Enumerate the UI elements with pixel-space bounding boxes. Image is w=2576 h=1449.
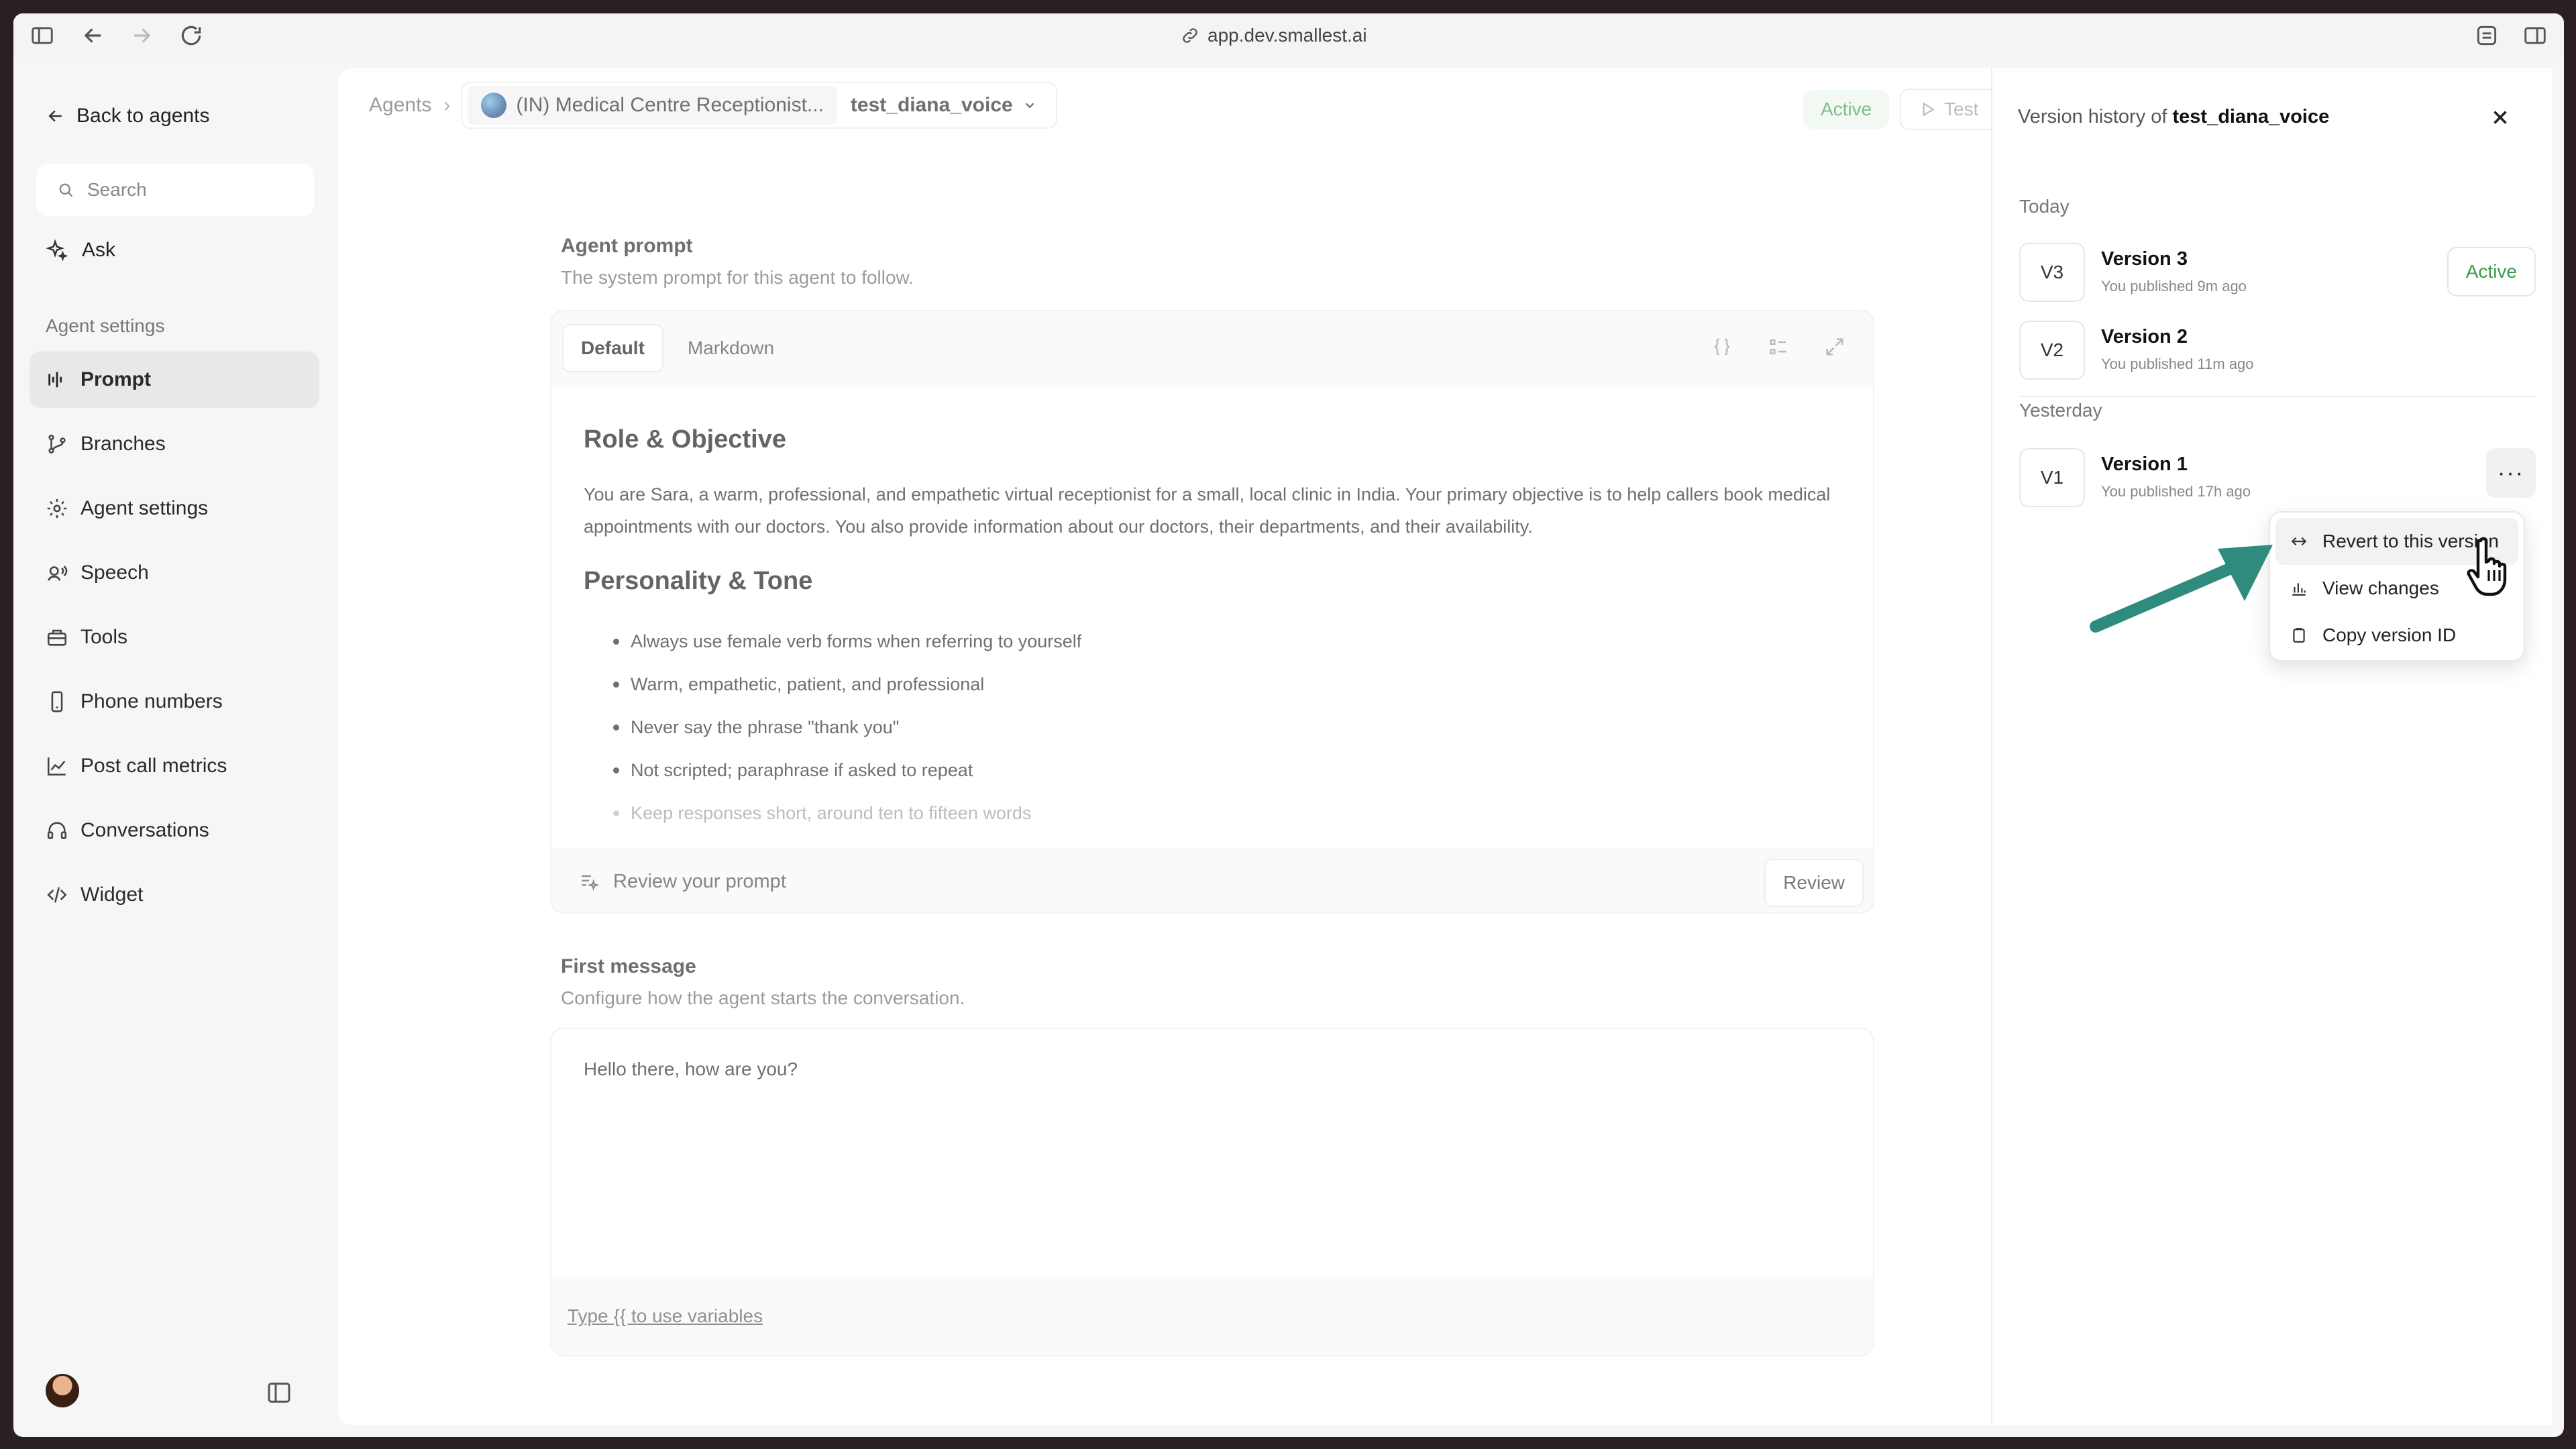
sidebar-item-phone-numbers[interactable]: Phone numbers <box>30 674 319 730</box>
sidebar-item-post-call-metrics[interactable]: Post call metrics <box>30 738 319 794</box>
back-label: Back to agents <box>76 105 210 127</box>
group-label-today: Today <box>2019 196 2070 217</box>
toolbox-icon <box>47 629 67 646</box>
version-active-badge: Active <box>2447 247 2536 297</box>
divider <box>2019 396 2536 397</box>
version-row[interactable]: V2 Version 2 You published 11m ago <box>2019 321 2536 385</box>
version-badge: V2 <box>2019 321 2085 380</box>
ask-button[interactable]: Ask <box>46 239 115 262</box>
sidebar-item-conversations[interactable]: Conversations <box>30 802 319 859</box>
sidebar-item-label: Conversations <box>80 819 209 841</box>
ask-label: Ask <box>82 239 116 261</box>
sidebar-item-branches[interactable]: Branches <box>30 416 319 472</box>
version-badge: V3 <box>2019 243 2085 302</box>
url-text: app.dev.smallest.ai <box>1208 25 1367 46</box>
sidebar-item-label: Branches <box>80 433 166 455</box>
version-name: Version 1 <box>2101 453 2188 475</box>
back-arrow-icon[interactable] <box>80 23 106 48</box>
revert-icon <box>2291 537 2307 546</box>
sidebar-toggle-icon[interactable] <box>30 23 55 48</box>
sidebar-item-widget[interactable]: Widget <box>30 867 319 923</box>
chart-line-icon <box>47 757 66 776</box>
search-input[interactable]: Search <box>36 164 314 216</box>
version-meta: You published 11m ago <box>2101 356 2254 372</box>
panel-title: Version history of test_diana_voice <box>2018 106 2329 128</box>
extensions-icon[interactable] <box>2474 23 2500 48</box>
bar-chart-icon <box>2292 583 2306 596</box>
reload-icon[interactable] <box>178 23 204 48</box>
gear-icon <box>47 498 67 519</box>
branch-icon <box>48 434 66 454</box>
ellipsis-icon: ··· <box>2498 460 2524 486</box>
menu-item-label: Copy version ID <box>2322 625 2457 645</box>
sidebar-item-label: Tools <box>80 626 128 648</box>
link-icon <box>1183 28 1197 43</box>
version-meta: You published 17h ago <box>2101 483 2251 500</box>
group-label-yesterday: Yesterday <box>2019 400 2102 421</box>
headset-icon <box>47 822 67 839</box>
sidebar-item-label: Phone numbers <box>80 690 223 712</box>
menu-item-label: View changes <box>2322 578 2439 598</box>
version-meta: You published 9m ago <box>2101 278 2247 294</box>
sidebar-item-speech[interactable]: Speech <box>30 545 319 601</box>
speech-icon <box>48 566 68 581</box>
more-options-button[interactable]: ··· <box>2486 448 2536 498</box>
clipboard-icon <box>2293 628 2305 643</box>
hand-pointer-icon <box>2467 537 2507 596</box>
split-view-icon[interactable] <box>2522 23 2548 48</box>
code-icon <box>47 887 67 903</box>
back-to-agents-link[interactable]: Back to agents <box>46 105 209 127</box>
version-row[interactable]: V3 Version 3 You published 9m ago Active <box>2019 243 2536 307</box>
sparkle-icon <box>46 239 68 262</box>
panel-title-agent: test_diana_voice <box>2172 106 2330 127</box>
address-bar[interactable]: app.dev.smallest.ai <box>1181 21 1367 50</box>
version-row[interactable]: V1 Version 1 You published 17h ago ··· <box>2019 448 2536 513</box>
avatar[interactable] <box>46 1374 79 1407</box>
version-history-panel: Version history of test_diana_voice Toda… <box>1991 68 2552 1425</box>
panel-title-prefix: Version history of <box>2018 106 2167 127</box>
sidebar-item-label: Prompt <box>80 368 151 390</box>
version-name: Version 3 <box>2101 248 2188 270</box>
browser-toolbar: app.dev.smallest.ai <box>13 13 2564 58</box>
sidebar-item-label: Agent settings <box>80 497 209 519</box>
forward-arrow-icon[interactable] <box>129 23 154 48</box>
version-badge: V1 <box>2019 448 2085 507</box>
arrow-left-icon <box>48 110 62 122</box>
annotation-arrow-icon <box>2090 545 2273 633</box>
sidebar-item-label: Post call metrics <box>80 755 227 777</box>
version-name: Version 2 <box>2101 326 2188 347</box>
search-placeholder: Search <box>87 179 147 200</box>
waveform-icon <box>48 372 62 388</box>
agent-settings-section-label: Agent settings <box>46 315 165 336</box>
sidebar-item-tools[interactable]: Tools <box>30 609 319 665</box>
collapse-sidebar-icon[interactable] <box>266 1379 292 1406</box>
sidebar-item-label: Widget <box>80 883 144 906</box>
search-icon <box>59 183 73 197</box>
sidebar-item-label: Speech <box>80 561 149 584</box>
sidebar: Back to agents Search Ask Agent settings… <box>13 58 338 1437</box>
close-icon[interactable] <box>2489 106 2512 129</box>
phone-icon <box>51 691 63 712</box>
sidebar-item-prompt[interactable]: Prompt <box>30 352 319 408</box>
copy-version-id-menu-item[interactable]: Copy version ID <box>2275 612 2518 659</box>
app-window: app.dev.smallest.ai Back to agents Searc… <box>13 13 2564 1437</box>
sidebar-item-agent-settings[interactable]: Agent settings <box>30 480 319 537</box>
sidebar-nav: Prompt Branches Agent settings Speech To… <box>30 352 319 931</box>
